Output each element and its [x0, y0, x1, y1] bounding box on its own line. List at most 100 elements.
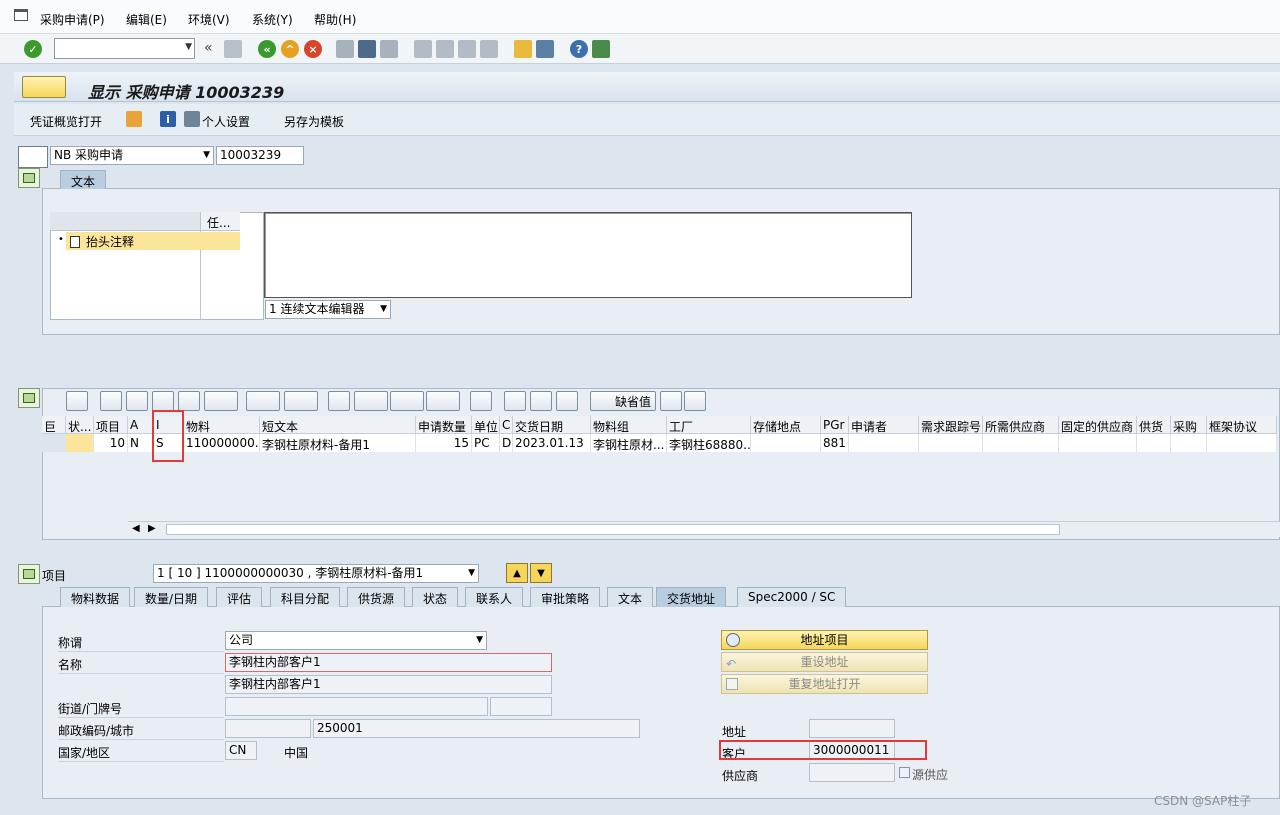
editor-mode-select[interactable]: 1 连续文本编辑器 ▼: [265, 300, 391, 319]
last-page-icon[interactable]: [480, 40, 498, 58]
grid-cell[interactable]: PC: [472, 434, 500, 452]
grid-col-header[interactable]: A: [128, 416, 154, 434]
split-icon[interactable]: [530, 391, 552, 411]
grid-col-header[interactable]: 物料组: [591, 416, 667, 434]
grid-col-header[interactable]: 框架协议: [1207, 416, 1277, 434]
address-number-field[interactable]: [809, 719, 895, 738]
reset-address-button[interactable]: ↶ 重设地址: [721, 652, 928, 672]
grid-info-icon[interactable]: [470, 391, 492, 411]
grid-col-header[interactable]: 巨: [42, 416, 66, 434]
grid-col-header[interactable]: 单位: [472, 416, 500, 434]
header-toggle-button[interactable]: [18, 168, 40, 188]
enter-check-icon[interactable]: ✓: [24, 40, 42, 58]
postal-code-field[interactable]: [225, 719, 311, 738]
scroll-thumb[interactable]: [166, 524, 1060, 535]
grid-col-header[interactable]: PGr: [821, 416, 849, 434]
services-icon[interactable]: [660, 391, 682, 411]
row-selector[interactable]: [42, 434, 66, 452]
sort-ascending-icon[interactable]: [100, 391, 122, 411]
check-icon[interactable]: [556, 391, 578, 411]
find-binoculars-icon[interactable]: [152, 391, 174, 411]
save-as-template-button[interactable]: 另存为模板: [284, 113, 344, 130]
grid-col-header[interactable]: 交货日期: [513, 416, 591, 434]
doc-type-dropdown-icon[interactable]: ▼: [203, 148, 210, 163]
editor-mode-dropdown-icon[interactable]: ▼: [380, 302, 387, 317]
copy-row-icon[interactable]: [504, 391, 526, 411]
find-icon[interactable]: [358, 40, 376, 58]
grid-col-header[interactable]: 所需供应商: [983, 416, 1059, 434]
grid-cell[interactable]: 2023.01.13: [513, 434, 591, 452]
grid-cell[interactable]: [1137, 434, 1171, 452]
tab-spec2000[interactable]: Spec2000 / SC: [737, 587, 847, 607]
country-code-field[interactable]: CN: [225, 741, 257, 760]
grid-cell[interactable]: [751, 434, 821, 452]
help-icon[interactable]: ?: [570, 40, 588, 58]
views-icon[interactable]: [354, 391, 388, 411]
tree-item-header-note[interactable]: 抬头注释: [66, 232, 240, 250]
grid-cell[interactable]: [983, 434, 1059, 452]
menu-environment[interactable]: 环境(V): [188, 11, 230, 28]
tab-valuation[interactable]: 评估: [216, 587, 263, 607]
doc-type-select[interactable]: NB 采购申请 ▼: [50, 146, 214, 165]
vendor-field[interactable]: [809, 763, 895, 782]
first-page-icon[interactable]: [414, 40, 432, 58]
default-values-button[interactable]: 缺省值: [590, 391, 656, 411]
grid-cell[interactable]: 李钢柱68880...: [667, 434, 751, 452]
grid-col-header[interactable]: 申请者: [849, 416, 919, 434]
source-supply-checkbox[interactable]: [899, 767, 910, 778]
prev-page-icon[interactable]: [436, 40, 454, 58]
grid-cell[interactable]: [1059, 434, 1137, 452]
system-menu-icon[interactable]: [14, 9, 28, 21]
save-icon[interactable]: [224, 40, 242, 58]
tab-status[interactable]: 状态: [412, 587, 459, 607]
menu-purchase-req[interactable]: 采购申请(P): [40, 11, 105, 28]
grid-cell[interactable]: [66, 434, 94, 452]
grid-cell[interactable]: [849, 434, 919, 452]
info-icon[interactable]: i: [160, 111, 176, 127]
command-field[interactable]: ▼: [54, 38, 195, 59]
name2-field[interactable]: 李钢柱内部客户1: [225, 675, 552, 694]
city-field[interactable]: 250001: [313, 719, 640, 738]
grid-col-header[interactable]: 采购: [1171, 416, 1207, 434]
grid-col-header[interactable]: 存储地点: [751, 416, 821, 434]
personal-settings-icon[interactable]: [184, 111, 200, 127]
subtotal-icon[interactable]: [284, 391, 318, 411]
command-dropdown-icon[interactable]: ▼: [185, 42, 192, 52]
layout-icon[interactable]: [426, 391, 460, 411]
street-field[interactable]: [225, 697, 488, 716]
address-item-button[interactable]: 地址项目: [721, 630, 928, 650]
tab-contact[interactable]: 联系人: [465, 587, 524, 607]
title-select[interactable]: 公司 ▼: [225, 631, 487, 650]
house-number-field[interactable]: [490, 697, 552, 716]
find-next-binoculars-icon[interactable]: [178, 391, 200, 411]
sort-descending-icon[interactable]: [126, 391, 148, 411]
cart-icon[interactable]: [18, 146, 48, 168]
grid-cell[interactable]: 李钢柱原材料-备用1: [260, 434, 416, 452]
find-next-icon[interactable]: [380, 40, 398, 58]
grid-col-header[interactable]: 申请数量: [416, 416, 472, 434]
grid-cell[interactable]: 881: [821, 434, 849, 452]
tab-material-data[interactable]: 物料数据: [60, 587, 131, 607]
filter-icon[interactable]: [204, 391, 238, 411]
previous-item-button[interactable]: ▲: [506, 563, 528, 583]
services-object-icon[interactable]: [22, 76, 66, 98]
item-detail-toggle-button[interactable]: [18, 564, 40, 584]
shortcut-icon[interactable]: [536, 40, 554, 58]
grid-col-header[interactable]: C: [500, 416, 513, 434]
tab-account-assignment[interactable]: 科目分配: [270, 587, 341, 607]
print-preview-icon[interactable]: [328, 391, 350, 411]
grid-col-header[interactable]: 工厂: [667, 416, 751, 434]
new-session-icon[interactable]: [514, 40, 532, 58]
next-item-button[interactable]: ▼: [530, 563, 552, 583]
item-selector-dropdown-icon[interactable]: ▼: [468, 566, 475, 581]
text-editor[interactable]: [264, 212, 912, 298]
repeat-address-button[interactable]: 重复地址打开: [721, 674, 928, 694]
next-page-icon[interactable]: [458, 40, 476, 58]
grid-col-header[interactable]: 物料: [184, 416, 260, 434]
grid-col-header[interactable]: 固定的供应商: [1059, 416, 1137, 434]
export-icon[interactable]: [390, 391, 424, 411]
scroll-right-icon[interactable]: ▶: [148, 523, 156, 534]
tab-text[interactable]: 文本: [60, 170, 107, 190]
horizontal-scrollbar[interactable]: ◀ ▶: [128, 521, 1280, 537]
menu-edit[interactable]: 编辑(E): [126, 11, 167, 28]
